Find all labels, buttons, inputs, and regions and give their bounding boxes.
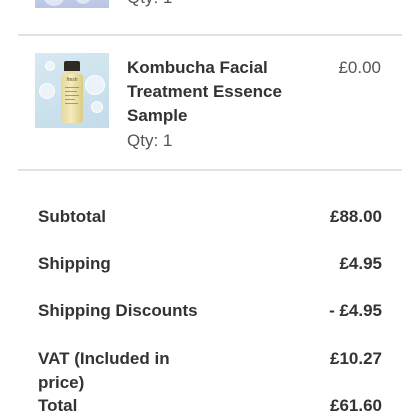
shipping-discounts-label: Shipping Discounts: [38, 301, 198, 320]
item-price: £0.00: [338, 58, 381, 77]
subtotal-value: £88.00: [330, 207, 382, 226]
item-thumbnail[interactable]: fresh: [35, 53, 109, 128]
total-value: £61.60: [330, 396, 382, 415]
item-title[interactable]: Kombucha Facial Treatment Essence Sample: [127, 56, 317, 128]
vat-label: VAT (Included in price): [38, 349, 170, 392]
shipping-value: £4.95: [339, 254, 382, 273]
divider-top: [18, 34, 402, 36]
item-qty: Qty: 1: [127, 131, 173, 150]
subtotal-label: Subtotal: [38, 207, 106, 226]
vat-value: £10.27: [330, 349, 382, 368]
shipping-discounts-value: - £4.95: [329, 301, 382, 320]
previous-item-qty: Qty: 1: [127, 0, 172, 8]
thumbnail-brand-text: fresh: [66, 77, 78, 83]
divider-summary: [18, 169, 402, 171]
shipping-label: Shipping: [38, 254, 111, 273]
previous-item-thumbnail[interactable]: [35, 0, 109, 8]
total-label: Total: [38, 396, 78, 415]
bottle-image: fresh: [61, 61, 83, 123]
